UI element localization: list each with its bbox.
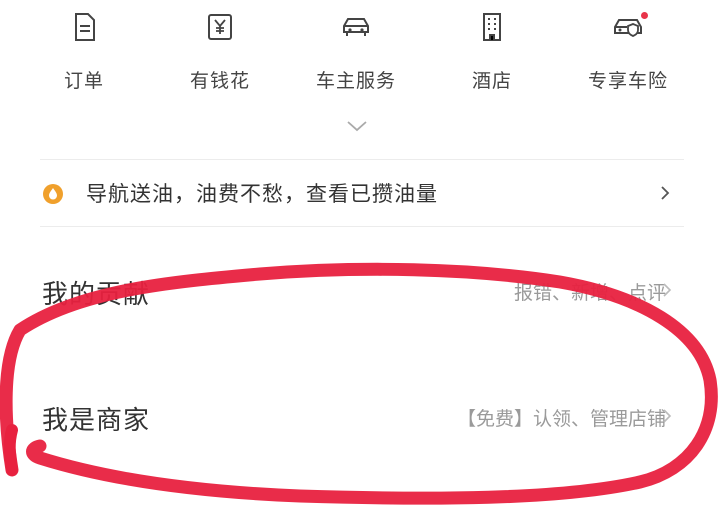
fuel-drop-icon bbox=[42, 183, 64, 205]
grid-item-label: 订单 bbox=[63, 70, 104, 92]
grid-item-label: 酒店 bbox=[471, 70, 512, 92]
merchant-row[interactable]: 我是商家 【免费】认领、管理店铺 bbox=[0, 370, 724, 460]
fuel-promo-banner[interactable]: 导航送油，油费不愁，查看已攒油量 bbox=[0, 162, 724, 224]
grid-item-car-insurance[interactable]: 专享车险 bbox=[568, 10, 688, 93]
grid-item-youqianhua[interactable]: 有钱花 bbox=[160, 10, 280, 93]
grid-item-label: 有钱花 bbox=[189, 70, 250, 92]
grid-item-label: 专享车险 bbox=[587, 70, 668, 92]
row-title: 我的贡献 bbox=[42, 280, 151, 310]
grid-item-car-service[interactable]: 车主服务 bbox=[296, 10, 416, 93]
my-contribution-row[interactable]: 我的贡献 报错、新增、点评 bbox=[0, 244, 724, 334]
yuan-card-icon bbox=[203, 10, 237, 44]
grid-item-order[interactable]: 订单 bbox=[24, 10, 144, 93]
hotel-building-icon bbox=[475, 10, 509, 44]
car-icon bbox=[339, 10, 373, 44]
row-hint: 【免费】认领、管理店铺 bbox=[456, 408, 666, 430]
grid-item-label: 车主服务 bbox=[315, 70, 396, 92]
shortcut-grid: 订单 有钱花 车主服务 酒店 专享车险 bbox=[0, 0, 724, 110]
order-document-icon bbox=[67, 10, 101, 44]
car-insurance-icon bbox=[611, 10, 648, 44]
expand-chevron-icon[interactable] bbox=[346, 118, 368, 134]
notification-badge bbox=[641, 12, 648, 19]
divider bbox=[40, 159, 684, 160]
row-title: 我是商家 bbox=[42, 406, 151, 436]
chevron-right-icon bbox=[660, 185, 670, 201]
chevron-right-icon bbox=[662, 282, 672, 298]
grid-item-hotel[interactable]: 酒店 bbox=[432, 10, 552, 93]
divider bbox=[40, 226, 684, 227]
row-hint: 报错、新增、点评 bbox=[513, 282, 666, 304]
banner-text: 导航送油，油费不愁，查看已攒油量 bbox=[86, 182, 438, 206]
chevron-right-icon bbox=[662, 408, 672, 424]
